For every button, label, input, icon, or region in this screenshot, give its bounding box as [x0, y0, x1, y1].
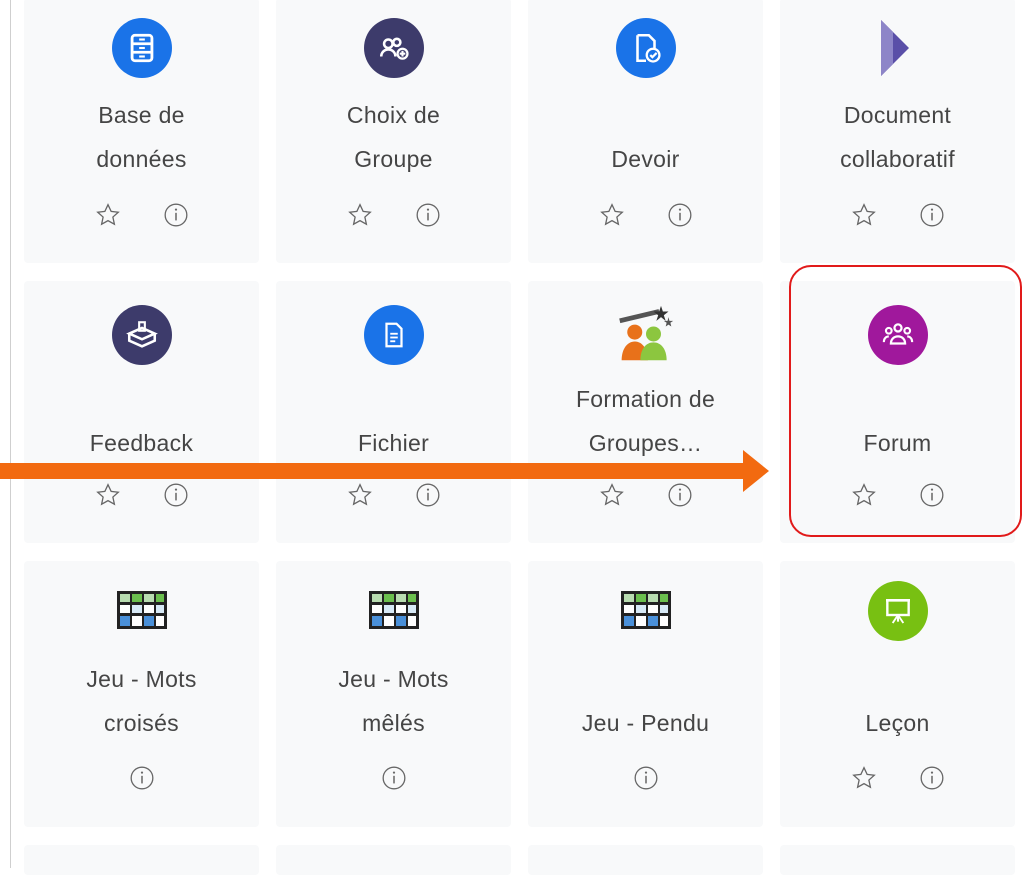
star-outline-icon[interactable] — [346, 481, 374, 509]
activity-label-line2: collaboratif — [840, 146, 955, 172]
forum-highlight-box — [789, 265, 1022, 537]
activity-label-line1: Formation de — [575, 386, 716, 412]
activity-label-line2: croisés — [104, 710, 179, 736]
activity-label-line2: Leçon — [865, 710, 930, 736]
activity-label-line1: Document — [843, 102, 952, 128]
info-icon[interactable] — [918, 201, 946, 229]
activity-tile-partial[interactable] — [276, 845, 511, 875]
activity-tile-hangman[interactable]: Jeu - Pendu — [528, 561, 763, 827]
activity-label-line2: Devoir — [611, 146, 680, 172]
info-icon[interactable] — [666, 481, 694, 509]
info-icon[interactable] — [918, 764, 946, 792]
activity-tile-database[interactable]: Base de données — [24, 0, 259, 263]
annotation-arrow — [0, 463, 745, 479]
info-icon[interactable] — [162, 201, 190, 229]
info-icon[interactable] — [666, 201, 694, 229]
activity-tile-collaborative-document[interactable]: Document collaboratif — [780, 0, 1015, 263]
star-outline-icon[interactable] — [94, 481, 122, 509]
wordsearch-icon — [364, 581, 424, 641]
star-outline-icon[interactable] — [94, 201, 122, 229]
assignment-icon — [615, 18, 676, 78]
activity-tile-group-choice[interactable]: Choix de Groupe — [276, 0, 511, 263]
hangman-icon — [616, 581, 676, 641]
activity-tile-group-formation[interactable]: Formation de Groupes… — [528, 281, 763, 543]
activity-label-line1: Jeu - Mots — [338, 666, 449, 692]
activity-tile-file[interactable]: Fichier — [276, 281, 511, 543]
activity-tile-partial[interactable] — [528, 845, 763, 875]
activity-tile-partial[interactable] — [780, 845, 1015, 875]
crossword-icon — [112, 581, 172, 641]
activity-label-line2: Feedback — [89, 430, 194, 456]
group-formation-icon — [616, 303, 676, 363]
info-icon[interactable] — [380, 764, 408, 792]
info-icon[interactable] — [414, 201, 442, 229]
lesson-icon — [867, 581, 928, 641]
file-icon — [363, 305, 424, 365]
star-outline-icon[interactable] — [598, 201, 626, 229]
database-icon — [111, 18, 172, 78]
activity-label-line2: données — [96, 146, 187, 172]
activity-tile-wordsearch[interactable]: Jeu - Mots mêlés — [276, 561, 511, 827]
star-outline-icon[interactable] — [850, 201, 878, 229]
activity-label-line1: Base de — [98, 102, 185, 128]
star-outline-icon[interactable] — [346, 201, 374, 229]
info-icon[interactable] — [414, 481, 442, 509]
activity-tile-partial[interactable] — [24, 845, 259, 875]
activity-tile-lesson[interactable]: Leçon — [780, 561, 1015, 827]
activity-label-line2: Groupes… — [588, 430, 703, 456]
activity-label-line2: mêlés — [362, 710, 425, 736]
group-choice-icon — [363, 18, 424, 78]
activity-label-line2: Fichier — [357, 430, 430, 456]
star-outline-icon[interactable] — [850, 764, 878, 792]
info-icon[interactable] — [632, 764, 660, 792]
activity-tile-feedback[interactable]: Feedback — [24, 281, 259, 543]
activity-tile-crossword[interactable]: Jeu - Mots croisés — [24, 561, 259, 827]
annotation-arrow-head — [743, 450, 769, 492]
activity-label-line1: Jeu - Mots — [86, 666, 197, 692]
activity-label-line2: Jeu - Pendu — [581, 710, 710, 736]
etherpad-icon — [868, 18, 928, 78]
feedback-icon — [111, 305, 172, 365]
star-outline-icon[interactable] — [598, 481, 626, 509]
activity-label-line2: Groupe — [354, 146, 433, 172]
info-icon[interactable] — [162, 481, 190, 509]
activity-tile-assignment[interactable]: Devoir — [528, 0, 763, 263]
activity-label-line1: Choix de — [346, 102, 441, 128]
info-icon[interactable] — [128, 764, 156, 792]
